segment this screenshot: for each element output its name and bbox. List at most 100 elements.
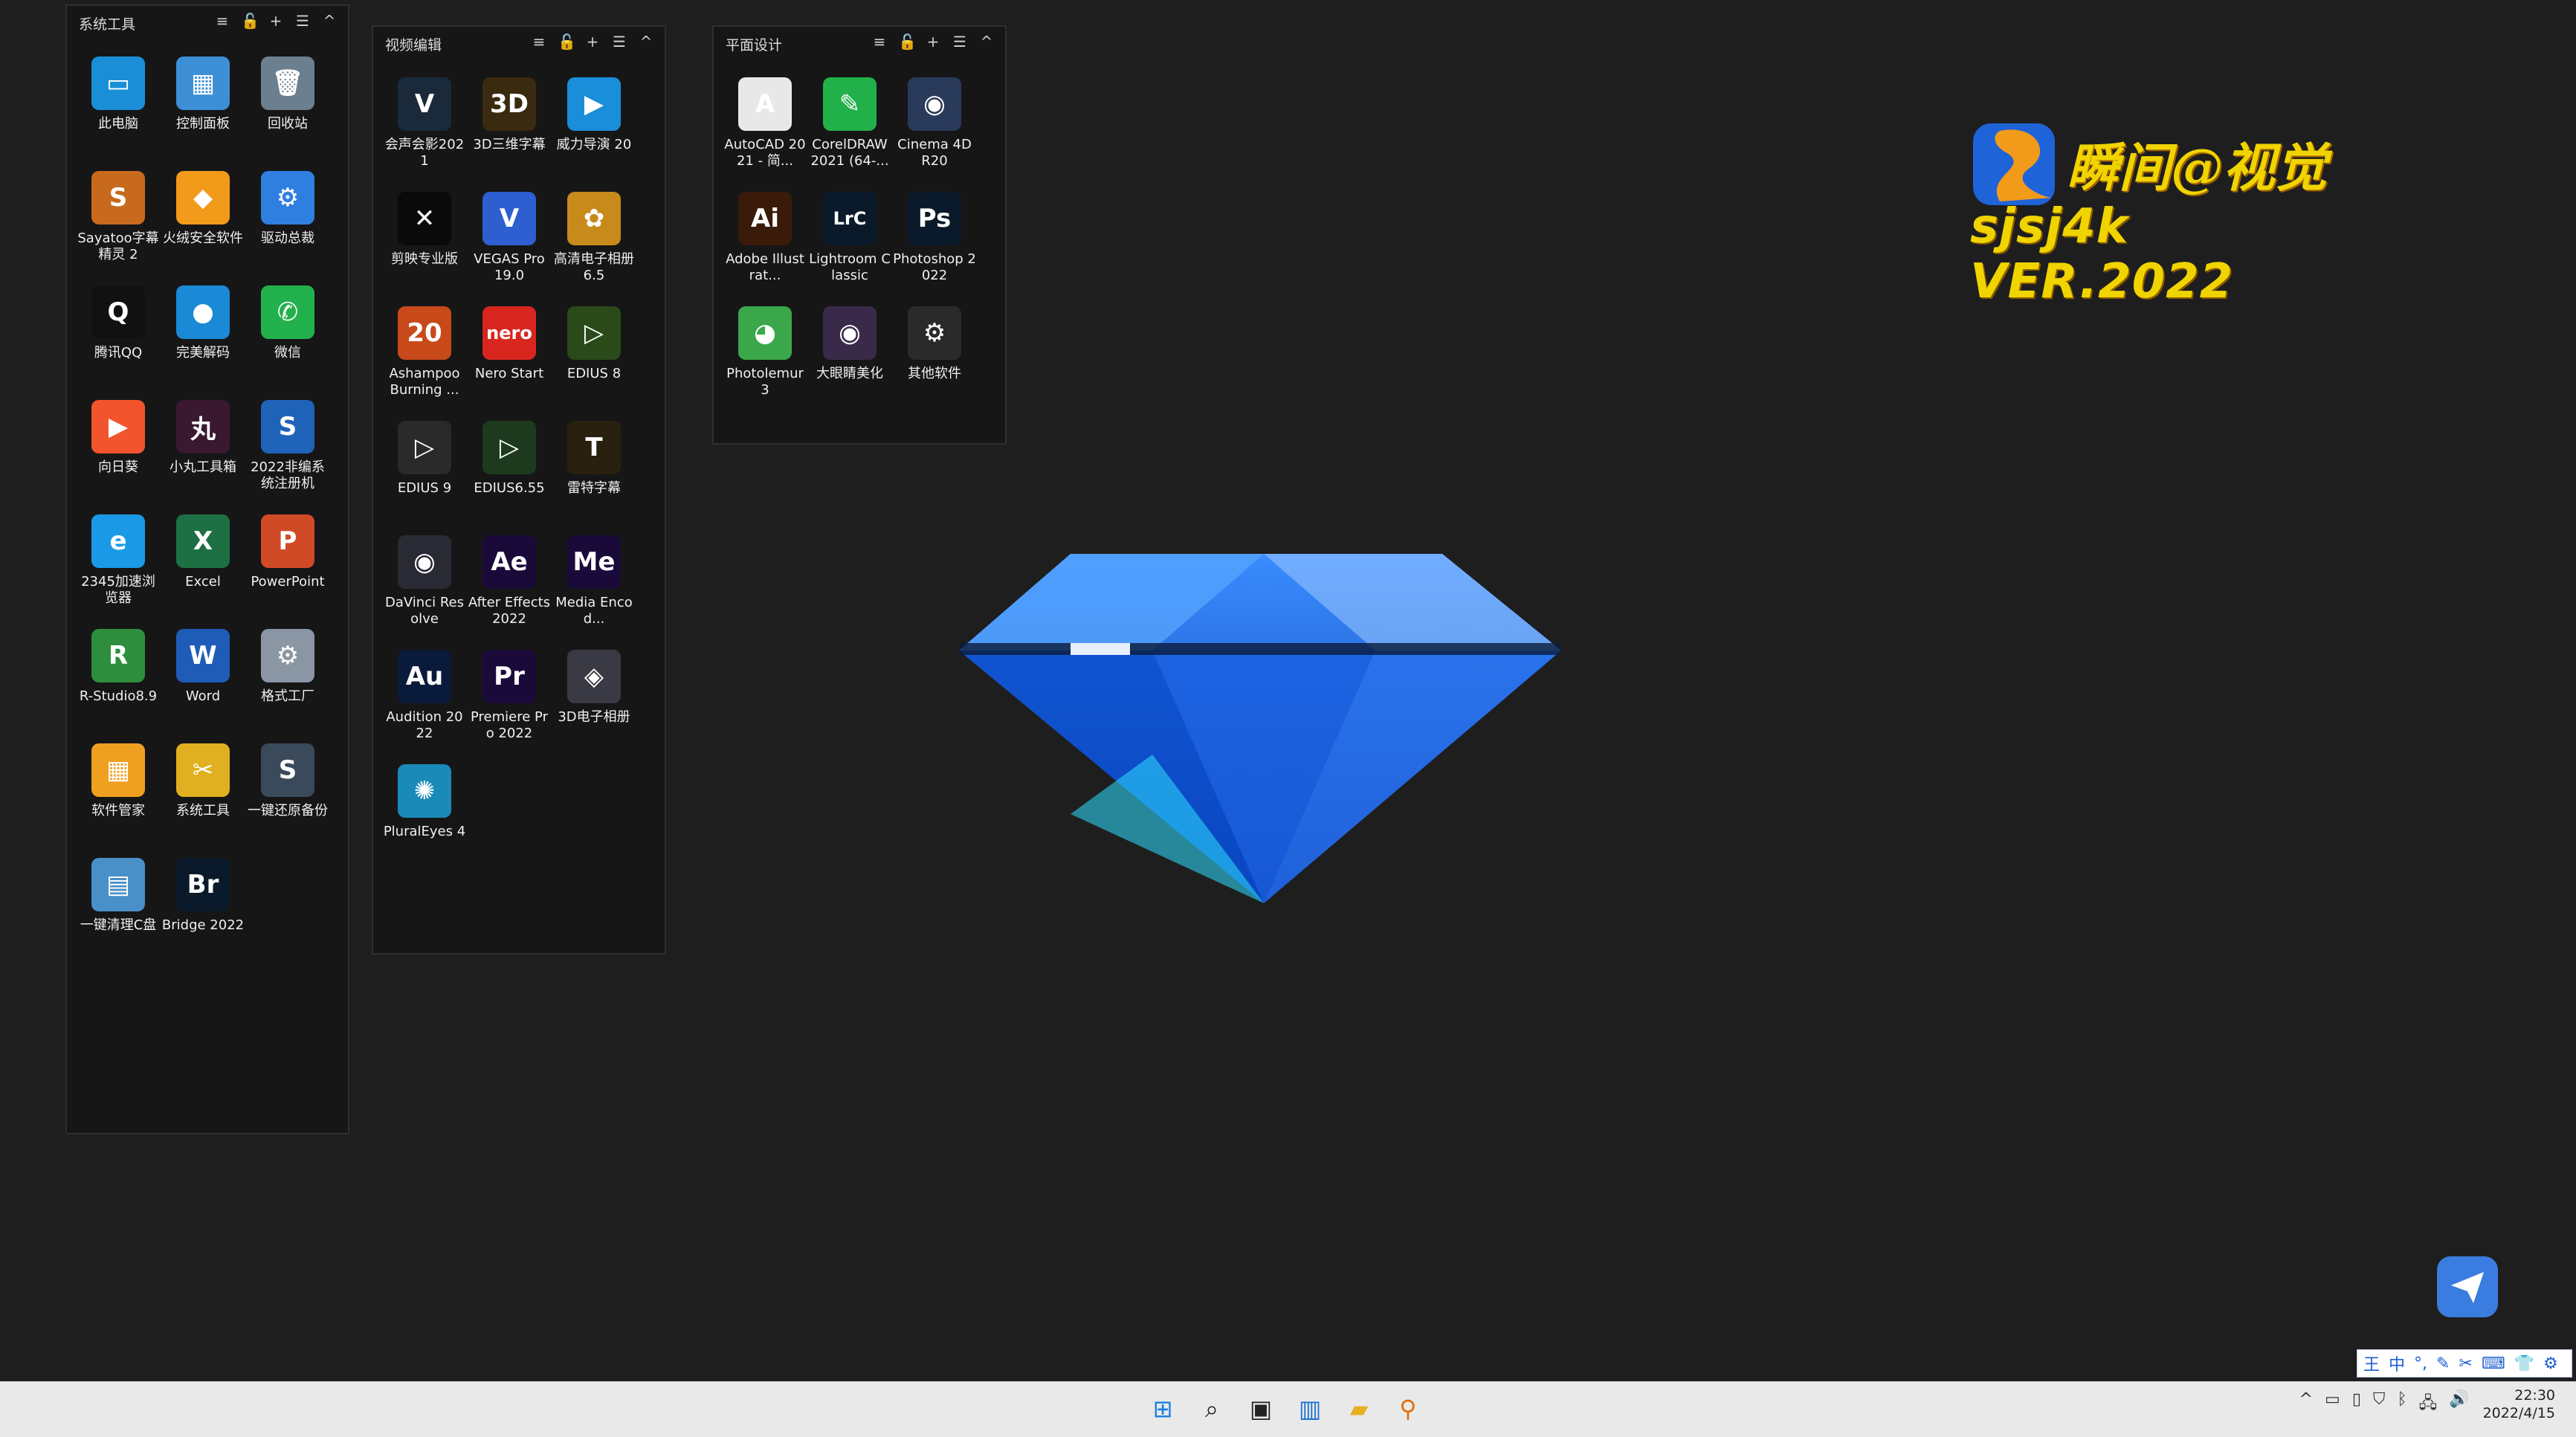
desktop-shortcut[interactable]: Pr Premiere Pro 2022 <box>467 636 552 751</box>
desktop-shortcut[interactable]: S 2022非编系统注册机 <box>245 387 330 501</box>
ime-handwrite-icon[interactable]: ✎ <box>2436 1354 2450 1373</box>
ime-logo-icon[interactable]: 王 <box>2363 1352 2380 1375</box>
shortcut-label: CorelDRAW 2021 (64-... <box>810 137 889 169</box>
desktop-shortcut[interactable]: Au Audition 2022 <box>382 636 467 751</box>
volume-icon[interactable]: 🔊 <box>2449 1390 2469 1418</box>
desktop-shortcut[interactable]: 丸小丸工具箱 <box>161 387 245 501</box>
software-manager-icon: ▦ <box>91 743 145 797</box>
desktop-shortcut[interactable]: ✂ 系统工具 <box>161 730 245 845</box>
network-icon[interactable]: 🖧 <box>2419 1390 2438 1418</box>
desktop-shortcut[interactable]: ▷ EDIUS6.55 <box>467 407 552 522</box>
widgets-icon[interactable]: ▥ <box>1292 1391 1328 1427</box>
desktop-shortcut[interactable]: 20 Ashampoo Burning ... <box>382 293 467 407</box>
desktop-shortcut[interactable]: ▶ 威力导演 20 <box>552 64 636 178</box>
lock-icon[interactable]: 🔓 <box>558 33 576 51</box>
desktop-shortcut[interactable]: ✺ PluralEyes 4 <box>382 751 467 865</box>
desktop-shortcut[interactable]: Ai Adobe Illustrat... <box>723 178 807 293</box>
sort-icon[interactable]: ≡ <box>531 33 547 51</box>
floating-assistant-icon[interactable] <box>2437 1256 2498 1317</box>
desktop-shortcut[interactable]: ▷ EDIUS 8 <box>552 293 636 407</box>
bridge-icon: Br <box>176 858 230 911</box>
desktop-shortcut[interactable]: Ae After Effects 2022 <box>467 522 552 636</box>
lock-icon[interactable]: 🔓 <box>241 12 259 30</box>
desktop-shortcut[interactable]: ▤ 一键清理C盘 <box>76 845 161 959</box>
clock[interactable]: 22:30 2022/4/15 <box>2483 1386 2555 1422</box>
desktop-shortcut[interactable]: Br Bridge 2022 <box>161 845 245 959</box>
shortcut-label: Nero Start <box>474 366 544 381</box>
collapse-icon[interactable]: ^ <box>638 33 654 51</box>
desktop-shortcut[interactable]: S 一键还原备份 <box>245 730 330 845</box>
add-icon[interactable]: + <box>584 33 601 51</box>
desktop-shortcut[interactable]: Q 腾讯QQ <box>76 272 161 387</box>
display-icon[interactable]: ▭ <box>2325 1390 2340 1418</box>
desktop-shortcut[interactable]: ● 完美解码 <box>161 272 245 387</box>
collapse-icon[interactable]: ^ <box>321 12 338 30</box>
ime-chinese-mode-icon[interactable]: 中 <box>2389 1352 2405 1375</box>
desktop-shortcut[interactable]: ◈ 3D电子相册 <box>552 636 636 751</box>
desktop-shortcut[interactable]: ◉ DaVinci Resolve <box>382 522 467 636</box>
add-icon[interactable]: + <box>925 33 941 51</box>
ime-screenshot-icon[interactable]: ✂ <box>2459 1354 2472 1373</box>
desktop-shortcut[interactable]: ⚙ 格式工厂 <box>245 616 330 730</box>
desktop-shortcut[interactable]: A AutoCAD 2021 - 简... <box>723 64 807 178</box>
bluetooth-icon[interactable]: ᛒ <box>2397 1390 2406 1418</box>
sort-icon[interactable]: ≡ <box>214 12 230 30</box>
desktop-shortcut[interactable]: 🗑 回收站 <box>245 43 330 158</box>
desktop-shortcut[interactable]: T 雷特字幕 <box>552 407 636 522</box>
ime-skin-icon[interactable]: 👕 <box>2514 1354 2534 1373</box>
start-icon[interactable]: ⊞ <box>1145 1391 1181 1427</box>
desktop-shortcut[interactable]: X Excel <box>161 501 245 616</box>
ime-toolbar[interactable]: 王中 °, ✎ ✂ ⌨ 👕 ⚙ <box>2357 1349 2572 1378</box>
media-encoder-icon: Me <box>567 535 621 589</box>
desktop-shortcut[interactable]: ◉ 大眼睛美化 <box>807 293 892 407</box>
desktop-shortcut[interactable]: S Sayatoo字幕精灵 2 <box>76 158 161 272</box>
desktop-shortcut[interactable]: ◉ Cinema 4D R20 <box>892 64 977 178</box>
file-explorer-icon[interactable]: ▰ <box>1341 1391 1377 1427</box>
task-view-icon[interactable]: ▣ <box>1243 1391 1279 1427</box>
security-icon[interactable]: ⛉ <box>2373 1390 2386 1418</box>
desktop-shortcut[interactable]: Ps Photoshop 2022 <box>892 178 977 293</box>
collapse-icon[interactable]: ^ <box>978 33 995 51</box>
desktop-shortcut[interactable]: ✆ 微信 <box>245 272 330 387</box>
xiaowan-icon: 丸 <box>176 400 230 453</box>
desktop-shortcut[interactable]: ✕ 剪映专业版 <box>382 178 467 293</box>
ime-punctuation-icon[interactable]: °, <box>2414 1354 2427 1373</box>
shortcut-label: AutoCAD 2021 - 简... <box>724 137 806 169</box>
search-icon[interactable]: ⌕ <box>1194 1391 1230 1427</box>
desktop-shortcut[interactable]: nero Nero Start <box>467 293 552 407</box>
desktop-shortcut[interactable]: ⚙ 其他软件 <box>892 293 977 407</box>
desktop-shortcut[interactable]: ▭ 此电脑 <box>76 43 161 158</box>
usb-icon[interactable]: ▯ <box>2352 1390 2361 1418</box>
desktop-shortcut[interactable]: Me Media Encod... <box>552 522 636 636</box>
desktop-shortcut[interactable]: LrC Lightroom Classic <box>807 178 892 293</box>
desktop-shortcut[interactable]: P PowerPoint <box>245 501 330 616</box>
search-tool-icon[interactable]: ⚲ <box>1390 1391 1426 1427</box>
edius9-icon: ▷ <box>398 421 451 474</box>
sort-icon[interactable]: ≡ <box>871 33 888 51</box>
desktop-shortcut[interactable]: ◕ Photolemur 3 <box>723 293 807 407</box>
desktop-shortcut[interactable]: 3D 3D三维字幕 <box>467 64 552 178</box>
show-hidden-icon[interactable]: ^ <box>2299 1390 2313 1418</box>
lock-icon[interactable]: 🔓 <box>898 33 917 51</box>
desktop-shortcut[interactable]: W Word <box>161 616 245 730</box>
desktop-shortcut[interactable]: ▶ 向日葵 <box>76 387 161 501</box>
desktop-shortcut[interactable]: ▷ EDIUS 9 <box>382 407 467 522</box>
menu-icon[interactable]: ☰ <box>611 33 627 51</box>
ime-keyboard-icon[interactable]: ⌨ <box>2482 1354 2505 1373</box>
ime-settings-icon[interactable]: ⚙ <box>2543 1354 2558 1373</box>
desktop-shortcut[interactable]: e 2345加速浏览器 <box>76 501 161 616</box>
desktop-shortcut[interactable]: ▦ 控制面板 <box>161 43 245 158</box>
desktop-shortcut[interactable]: ✿ 高清电子相册6.5 <box>552 178 636 293</box>
desktop-shortcut[interactable]: ◆ 火绒安全软件 <box>161 158 245 272</box>
menu-icon[interactable]: ☰ <box>952 33 968 51</box>
desktop-shortcut[interactable]: R R-Studio8.9 <box>76 616 161 730</box>
desktop-shortcut[interactable]: ⚙ 驱动总裁 <box>245 158 330 272</box>
add-icon[interactable]: + <box>268 12 284 30</box>
shortcut-label: 2345加速浏览器 <box>81 574 155 606</box>
desktop-shortcut[interactable]: V 会声会影2021 <box>382 64 467 178</box>
desktop-shortcut[interactable]: ✎ CorelDRAW 2021 (64-... <box>807 64 892 178</box>
menu-icon[interactable]: ☰ <box>294 12 311 30</box>
desktop-shortcut[interactable]: ▦ 软件管家 <box>76 730 161 845</box>
desktop-shortcut[interactable]: V VEGAS Pro 19.0 <box>467 178 552 293</box>
format-factory-icon: ⚙ <box>261 629 314 682</box>
